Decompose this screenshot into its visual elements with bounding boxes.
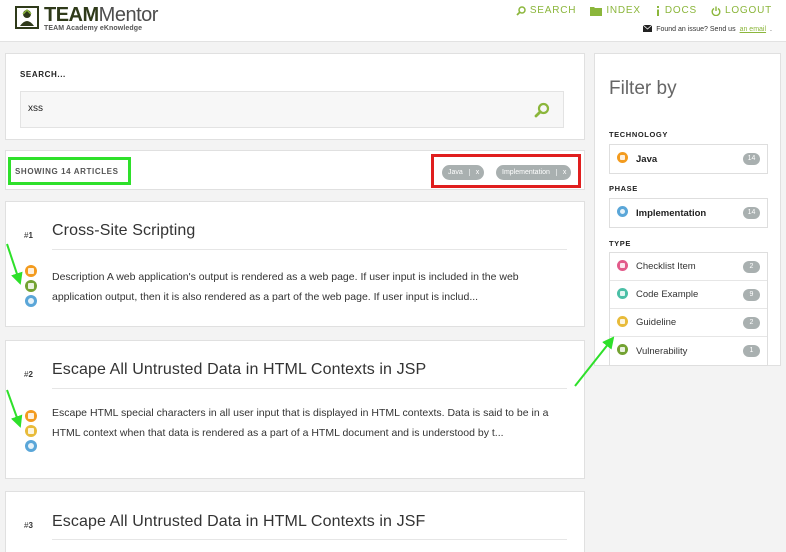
filter-item-java[interactable]: Java 14	[610, 145, 767, 173]
technology-filter-list: Java 14	[609, 144, 768, 174]
divider	[52, 539, 567, 540]
article-number: #3	[24, 521, 33, 530]
implementation-icon	[25, 440, 37, 452]
article-card: #3 Escape All Untrusted Data in HTML Con…	[5, 491, 585, 552]
filter-item-label: Vulnerability	[636, 345, 688, 357]
vulnerability-icon	[617, 344, 628, 355]
type-label: TYPE	[609, 239, 631, 248]
filter-chip-implementation[interactable]: Implementation x	[496, 165, 572, 180]
envelope-icon	[642, 24, 653, 34]
search-label: SEARCH...	[20, 70, 66, 79]
info-icon	[655, 5, 661, 16]
implementation-icon	[25, 295, 37, 307]
guideline-icon	[617, 316, 628, 327]
logo-mentor-text: Mentor	[98, 4, 159, 26]
issue-notice: Found an issue? Send us an email.	[642, 24, 772, 34]
filter-chip-label: Java	[448, 169, 463, 176]
technology-label: TECHNOLOGY	[609, 130, 668, 139]
filter-item-label: Java	[636, 153, 658, 165]
issue-end: .	[770, 26, 772, 33]
java-icon	[25, 410, 37, 422]
nav-docs[interactable]: DOCS	[655, 5, 697, 16]
showing-count-highlight: SHOWING 14 ARTICLES	[8, 157, 131, 185]
filter-item-label: Code Example	[636, 289, 699, 300]
java-icon	[25, 265, 37, 277]
java-icon	[617, 152, 628, 163]
count-badge: 2	[743, 261, 760, 273]
count-badge: 1	[743, 345, 760, 357]
filter-item-checklist-item[interactable]: Checklist Item 2	[610, 253, 767, 281]
implementation-icon	[617, 206, 628, 217]
power-icon	[711, 6, 721, 16]
type-filter-list: Checklist Item 2 Code Example 9 Guidelin…	[609, 252, 768, 366]
article-title[interactable]: Escape All Untrusted Data in HTML Contex…	[52, 513, 425, 531]
search-input[interactable]: xss	[20, 91, 564, 128]
count-badge: 14	[743, 153, 760, 165]
phase-filter-list: Implementation 14	[609, 198, 768, 228]
nav-logout-label: LOGOUT	[724, 5, 772, 16]
email-link[interactable]: an email	[740, 26, 766, 33]
count-badge: 2	[743, 317, 760, 329]
article-number-value: 2	[28, 370, 33, 379]
search-input-value: xss	[28, 103, 43, 114]
remove-filter-button[interactable]: x	[555, 169, 572, 176]
article-card: #1 Cross-Site Scripting Description A we…	[5, 201, 585, 327]
search-icon	[534, 102, 550, 118]
filter-item-vulnerability[interactable]: Vulnerability 1	[610, 337, 767, 365]
article-tag-icons	[25, 410, 37, 455]
filter-item-label: Guideline	[636, 317, 677, 328]
logo-subtitle: TEAM Academy eKnowledge	[44, 25, 143, 32]
search-button[interactable]	[534, 102, 550, 118]
article-description: Escape HTML special characters in all us…	[52, 407, 549, 439]
filter-title: Filter by	[609, 78, 677, 99]
showing-count: SHOWING 14 ARTICLES	[15, 166, 119, 176]
team-mentor-logo[interactable]: TEAMMentor TEAM Academy eKnowledge	[14, 5, 158, 32]
top-nav: SEARCH INDEX DOCS LOGOUT	[516, 5, 772, 16]
filter-item-label: Checklist Item	[636, 261, 696, 272]
filter-sidebar: Filter by TECHNOLOGY Java 14 PHASE Imple…	[594, 53, 781, 366]
article-title[interactable]: Cross-Site Scripting	[52, 222, 195, 240]
top-header: TEAMMentor TEAM Academy eKnowledge SEARC…	[0, 0, 786, 42]
filter-item-guideline[interactable]: Guideline 2	[610, 309, 767, 337]
article-description: Description A web application's output i…	[52, 271, 519, 303]
filter-chip-label: Implementation	[502, 169, 550, 176]
nav-logout[interactable]: LOGOUT	[711, 5, 772, 16]
vulnerability-icon	[25, 280, 37, 292]
nav-index[interactable]: INDEX	[590, 5, 641, 16]
filter-item-implementation[interactable]: Implementation 14	[610, 199, 767, 227]
article-number: #2	[24, 370, 33, 379]
logo-mark-icon	[14, 5, 40, 30]
article-title[interactable]: Escape All Untrusted Data in HTML Contex…	[52, 361, 426, 379]
divider	[52, 249, 567, 250]
search-icon	[516, 5, 526, 16]
guideline-icon	[25, 425, 37, 437]
filter-item-code-example[interactable]: Code Example 9	[610, 281, 767, 309]
issue-text: Found an issue? Send us	[656, 26, 736, 33]
nav-docs-label: DOCS	[664, 5, 697, 16]
folder-icon	[590, 6, 603, 16]
article-card: #2 Escape All Untrusted Data in HTML Con…	[5, 340, 585, 479]
checklist-icon	[617, 260, 628, 271]
article-number: #1	[24, 231, 33, 240]
phase-label: PHASE	[609, 184, 638, 193]
nav-search[interactable]: SEARCH	[516, 5, 576, 16]
article-number-value: 3	[28, 521, 33, 530]
divider	[52, 388, 567, 389]
active-filters-highlight: Java x Implementation x	[431, 154, 581, 188]
code-icon	[617, 288, 628, 299]
filter-chip-java[interactable]: Java x	[442, 165, 485, 180]
count-badge: 9	[743, 289, 760, 301]
results-bar: SHOWING 14 ARTICLES Java x Implementatio…	[5, 150, 585, 190]
nav-search-label: SEARCH	[529, 5, 577, 16]
count-badge: 14	[743, 207, 760, 219]
remove-filter-button[interactable]: x	[468, 169, 485, 176]
search-panel: SEARCH... xss	[5, 53, 585, 140]
logo-team-text: TEAM	[44, 4, 99, 26]
article-number-value: 1	[28, 231, 33, 240]
nav-index-label: INDEX	[606, 5, 641, 16]
article-tag-icons	[25, 265, 37, 310]
filter-item-label: Implementation	[636, 207, 707, 219]
